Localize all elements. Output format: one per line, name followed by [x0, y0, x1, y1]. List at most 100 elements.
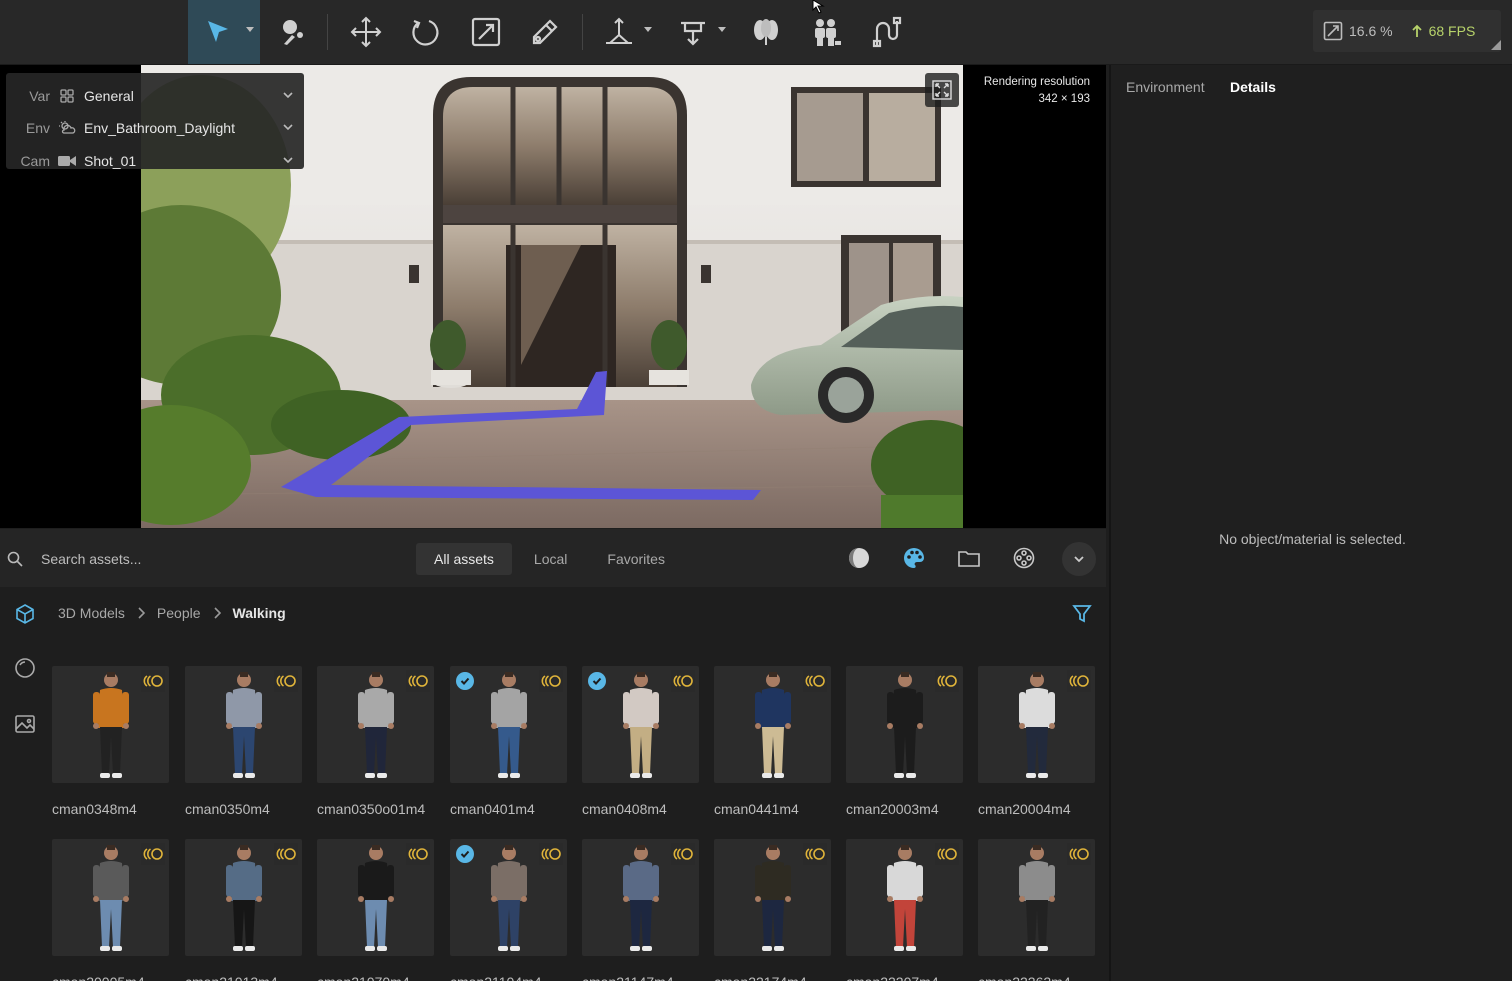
move-tool-button[interactable]: [338, 0, 394, 64]
placement-tool-button[interactable]: [594, 0, 658, 64]
asset-card[interactable]: cman22207m4: [846, 839, 963, 981]
palette-icon[interactable]: [903, 547, 925, 569]
asset-name: cman0401m4: [450, 801, 535, 817]
select-tool-button[interactable]: [188, 0, 260, 64]
asset-thumbnail[interactable]: [582, 839, 699, 956]
person-figure-icon: [623, 672, 659, 778]
chevron-down-icon: [644, 27, 652, 32]
camera-selector[interactable]: Cam Shot_01: [6, 145, 304, 177]
chevron-right-icon: [138, 607, 145, 619]
snap-tool-button[interactable]: [517, 0, 573, 64]
rotate-tool-button[interactable]: [397, 0, 453, 64]
3d-viewport[interactable]: Var General Env Env_Bathroom_Daylight Ca…: [0, 65, 1106, 528]
resize-grip-icon: [1491, 40, 1501, 50]
asset-thumbnail[interactable]: [978, 666, 1095, 783]
grid-icon: [60, 89, 74, 103]
fullscreen-button[interactable]: [925, 73, 959, 107]
asset-thumbnail[interactable]: [450, 839, 567, 956]
asset-name: cman21070m4: [317, 974, 434, 981]
environment-value: Env_Bathroom_Daylight: [84, 120, 235, 136]
asset-thumbnail[interactable]: [317, 666, 434, 783]
paint-tool-button[interactable]: [263, 0, 319, 64]
scale-tool-button[interactable]: [458, 0, 514, 64]
asset-card[interactable]: cman21070m4: [317, 839, 434, 981]
asset-card[interactable]: cman22174m4: [714, 839, 831, 981]
asset-thumbnail[interactable]: [185, 839, 302, 956]
asset-thumbnail[interactable]: [450, 666, 567, 783]
animated-badge-icon: [539, 843, 563, 865]
tab-local[interactable]: Local: [516, 543, 585, 575]
person-figure-icon: [1019, 672, 1055, 778]
breadcrumb-people[interactable]: People: [157, 605, 201, 621]
asset-thumbnail[interactable]: [714, 666, 831, 783]
breadcrumb-3d-models[interactable]: 3D Models: [58, 605, 125, 621]
asset-card[interactable]: cman0348m4: [52, 666, 169, 817]
asset-thumbnail[interactable]: [185, 666, 302, 783]
asset-thumbnail[interactable]: [52, 839, 169, 956]
film-reel-icon[interactable]: [1013, 547, 1035, 569]
asset-card[interactable]: cman0441m4: [714, 666, 831, 817]
scene-selectors: Var General Env Env_Bathroom_Daylight Ca…: [6, 73, 304, 169]
toolbar-separator: [327, 14, 328, 50]
search-input[interactable]: [39, 546, 343, 572]
material-sphere-icon[interactable]: [848, 547, 870, 569]
asset-card[interactable]: cman0401m4: [450, 666, 567, 817]
asset-card[interactable]: cman22262m4: [978, 839, 1095, 981]
tab-all-assets[interactable]: All assets: [416, 543, 512, 575]
paint-brush-icon: [283, 20, 303, 45]
sphere-icon[interactable]: [14, 657, 36, 679]
asset-name: cman21147m4: [582, 974, 699, 981]
asset-thumbnail[interactable]: [846, 839, 963, 956]
downloaded-check-icon: [588, 672, 606, 690]
person-figure-icon: [226, 845, 262, 951]
render-scale[interactable]: 16.6 %: [1323, 21, 1393, 41]
path-tool-button[interactable]: [858, 0, 914, 64]
asset-thumbnail[interactable]: [317, 839, 434, 956]
asset-thumbnail[interactable]: [978, 839, 1095, 956]
variant-selector[interactable]: Var General: [6, 80, 304, 112]
asset-card[interactable]: cman20005m4: [52, 839, 169, 981]
asset-name: cman0408m4: [582, 801, 667, 817]
main-toolbar: 16.6 % 68 FPS: [0, 0, 1512, 65]
camera-icon: [58, 156, 76, 166]
scale-icon: [471, 17, 501, 47]
asset-card[interactable]: cman0350m4: [185, 666, 302, 817]
image-icon[interactable]: [14, 713, 36, 735]
asset-name: cman21013m4: [185, 974, 302, 981]
variant-value: General: [84, 88, 134, 104]
person-figure-icon: [887, 845, 923, 951]
chevron-down-icon: [283, 124, 293, 131]
asset-card[interactable]: cman21013m4: [185, 839, 302, 981]
cube-icon[interactable]: [14, 603, 36, 625]
tab-details[interactable]: Details: [1230, 79, 1276, 95]
expand-options-button[interactable]: [1062, 542, 1096, 576]
environment-selector[interactable]: Env Env_Bathroom_Daylight: [6, 112, 304, 144]
asset-thumbnail[interactable]: [582, 666, 699, 783]
placement-icon: [606, 17, 632, 44]
animated-badge-icon: [935, 670, 959, 692]
align-tool-button[interactable]: [668, 0, 732, 64]
variant-label: Var: [29, 88, 50, 104]
empty-selection-message: No object/material is selected.: [1219, 531, 1406, 547]
asset-card[interactable]: cman20004m4: [978, 666, 1095, 817]
chevron-right-icon: [213, 607, 221, 619]
asset-card[interactable]: cman21104m4: [450, 839, 567, 981]
filter-icon[interactable]: [1072, 603, 1092, 623]
asset-card[interactable]: cman0350o01m4: [317, 666, 434, 817]
animated-badge-icon: [141, 843, 165, 865]
tab-environment[interactable]: Environment: [1126, 79, 1205, 95]
asset-card[interactable]: cman21147m4: [582, 839, 699, 981]
folder-icon[interactable]: [958, 547, 980, 569]
chevron-down-icon: [283, 92, 293, 99]
person-figure-icon: [623, 845, 659, 951]
asset-name: cman22207m4: [846, 974, 963, 981]
vegetation-tool-button[interactable]: [738, 0, 794, 64]
animated-badge-icon: [141, 670, 165, 692]
weather-icon: [59, 121, 76, 134]
tab-favorites[interactable]: Favorites: [589, 543, 683, 575]
asset-thumbnail[interactable]: [52, 666, 169, 783]
asset-card[interactable]: cman0408m4: [582, 666, 699, 817]
asset-thumbnail[interactable]: [714, 839, 831, 956]
asset-card[interactable]: cman20003m4: [846, 666, 963, 817]
asset-thumbnail[interactable]: [846, 666, 963, 783]
